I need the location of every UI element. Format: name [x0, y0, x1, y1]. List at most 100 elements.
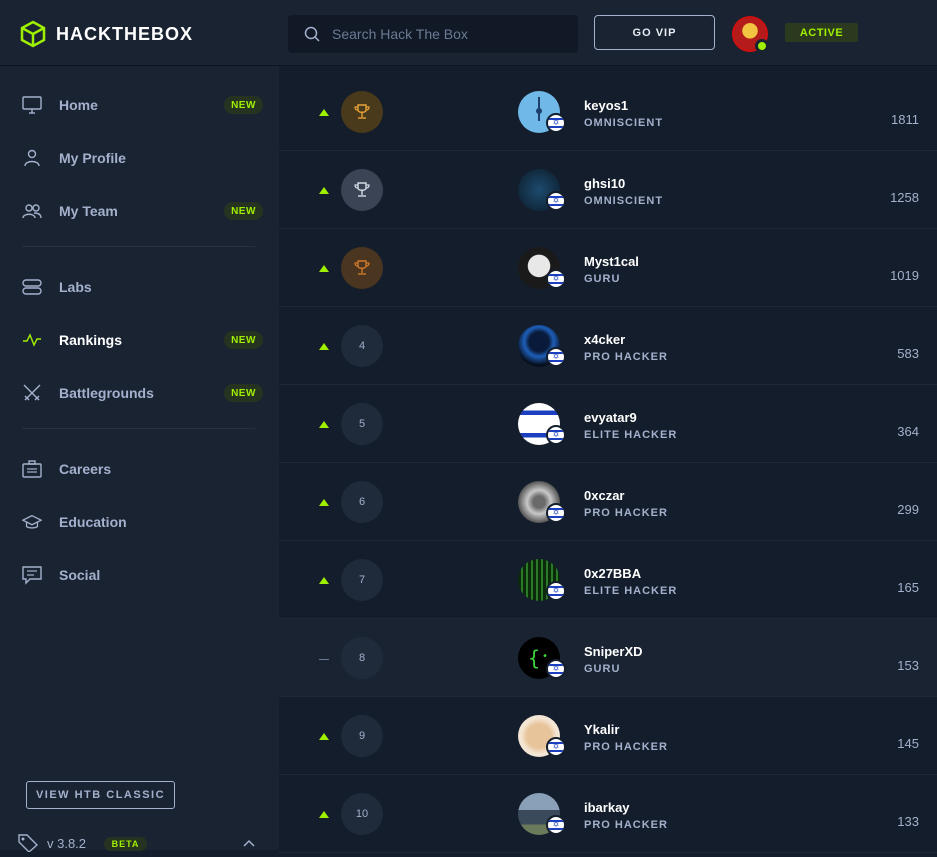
score: 133 [897, 814, 919, 829]
sidebar-item-label: My Team [59, 203, 118, 219]
chevron-up-icon[interactable] [243, 836, 255, 850]
sidebar-item-my-team[interactable]: My Team NEW [0, 191, 279, 231]
go-vip-button[interactable]: GO VIP [594, 15, 715, 50]
new-badge: NEW [224, 96, 263, 114]
sidebar-item-label: Education [59, 514, 127, 530]
username[interactable]: evyatar9 [584, 410, 637, 425]
brand-name: HACKTHEBOX [56, 23, 194, 44]
username[interactable]: SniperXD [584, 644, 643, 659]
trend-up-icon [319, 733, 329, 740]
swords-icon [22, 383, 42, 403]
sidebar-item-my-profile[interactable]: My Profile [0, 138, 279, 178]
rank-title: PRO HACKER [584, 819, 668, 831]
sidebar-item-education[interactable]: Education [0, 502, 279, 542]
rank-position: 4 [341, 325, 383, 367]
username[interactable]: Myst1cal [584, 254, 639, 269]
rank-title: GURU [584, 663, 621, 675]
israel-flag-icon: ✡ [546, 347, 566, 367]
score: 1811 [891, 112, 919, 127]
rank-position: 8 [341, 637, 383, 679]
trend-flat-icon [319, 659, 329, 660]
sidebar-item-label: Social [59, 567, 101, 583]
sidebar-item-social[interactable]: Social [0, 555, 279, 595]
username[interactable]: 0xczar [584, 488, 624, 503]
table-row[interactable]: 4 ✡ x4cker PRO HACKER 583 [279, 307, 937, 385]
score: 165 [897, 580, 919, 595]
israel-flag-icon: ✡ [546, 191, 566, 211]
svg-text:{: { [528, 646, 540, 670]
trend-up-icon [319, 499, 329, 506]
username[interactable]: x4cker [584, 332, 625, 347]
version-info[interactable]: v 3.8.2 BETA [0, 832, 279, 854]
rank-title: PRO HACKER [584, 741, 668, 753]
gold-trophy-icon [341, 91, 383, 133]
sidebar-item-careers[interactable]: Careers [0, 449, 279, 489]
search-icon [304, 26, 320, 42]
username[interactable]: 0x27BBA [584, 566, 641, 581]
rankings-list: ✡ keyos1 OMNISCIENT 1811 ✡ ghsi10 OMNISC… [279, 66, 937, 853]
trend-up-icon [319, 187, 329, 194]
server-icon [22, 277, 42, 297]
pulse-icon [22, 330, 42, 350]
search-bar[interactable] [288, 15, 578, 53]
version-label: v 3.8.2 [47, 836, 87, 851]
sidebar-item-label: Battlegrounds [59, 385, 154, 401]
israel-flag-icon: ✡ [546, 269, 566, 289]
username[interactable]: ibarkay [584, 800, 630, 815]
israel-flag-icon: ✡ [546, 737, 566, 757]
status-badge: ACTIVE [785, 23, 858, 42]
team-icon [22, 201, 42, 221]
online-status-dot [755, 39, 769, 53]
trend-up-icon [319, 343, 329, 350]
sidebar-divider [22, 246, 255, 247]
table-row[interactable]: ✡ ghsi10 OMNISCIENT 1258 [279, 151, 937, 229]
username[interactable]: keyos1 [584, 98, 628, 113]
sidebar-item-home[interactable]: Home NEW [0, 85, 279, 125]
sidebar-item-label: Labs [59, 279, 92, 295]
trend-up-icon [319, 109, 329, 116]
israel-flag-icon: ✡ [546, 659, 566, 679]
score: 145 [897, 736, 919, 751]
table-row[interactable]: ✡ keyos1 OMNISCIENT 1811 [279, 73, 937, 151]
graduation-cap-icon [22, 512, 42, 532]
rank-title: GURU [584, 273, 621, 285]
sidebar-item-battlegrounds[interactable]: Battlegrounds NEW [0, 373, 279, 413]
trend-up-icon [319, 577, 329, 584]
israel-flag-icon: ✡ [546, 425, 566, 445]
table-row[interactable]: 6 ✡ 0xczar PRO HACKER 299 [279, 463, 937, 541]
trend-up-icon [319, 811, 329, 818]
table-row[interactable]: ✡ Myst1cal GURU 1019 [279, 229, 937, 307]
user-avatar[interactable] [732, 16, 769, 53]
username[interactable]: ghsi10 [584, 176, 625, 191]
cube-logo-icon [20, 20, 46, 48]
new-badge: NEW [224, 202, 263, 220]
rank-position: 9 [341, 715, 383, 757]
table-row[interactable]: 7 ✡ 0x27BBA ELITE HACKER 165 [279, 541, 937, 619]
sidebar: Home NEW My Profile My Team NEW Labs Ran… [0, 66, 279, 853]
rank-position: 7 [341, 559, 383, 601]
score: 364 [897, 424, 919, 439]
israel-flag-icon: ✡ [546, 503, 566, 523]
sidebar-item-rankings[interactable]: Rankings NEW [0, 320, 279, 360]
rank-title: PRO HACKER [584, 507, 668, 519]
table-row-current-user[interactable]: 8 {• ✡ SniperXD GURU 153 [279, 619, 937, 697]
bronze-trophy-icon [341, 247, 383, 289]
rank-position: 5 [341, 403, 383, 445]
rank-title: OMNISCIENT [584, 117, 664, 129]
user-icon [22, 148, 42, 168]
sidebar-item-label: My Profile [59, 150, 126, 166]
table-row[interactable]: 9 ✡ Ykalir PRO HACKER 145 [279, 697, 937, 775]
view-htb-classic-button[interactable]: VIEW HTB CLASSIC [26, 781, 175, 809]
htb-logo[interactable]: HACKTHEBOX [20, 20, 193, 48]
sidebar-item-labs[interactable]: Labs [0, 267, 279, 307]
search-input[interactable] [332, 26, 562, 42]
rank-position: 10 [341, 793, 383, 835]
briefcase-icon [22, 459, 42, 479]
chat-icon [22, 565, 42, 585]
table-row[interactable]: 5 ✡ evyatar9 ELITE HACKER 364 [279, 385, 937, 463]
sidebar-item-label: Home [59, 97, 98, 113]
username[interactable]: Ykalir [584, 722, 619, 737]
rank-position: 6 [341, 481, 383, 523]
score: 299 [897, 502, 919, 517]
table-row[interactable]: 10 ✡ ibarkay PRO HACKER 133 [279, 775, 937, 853]
